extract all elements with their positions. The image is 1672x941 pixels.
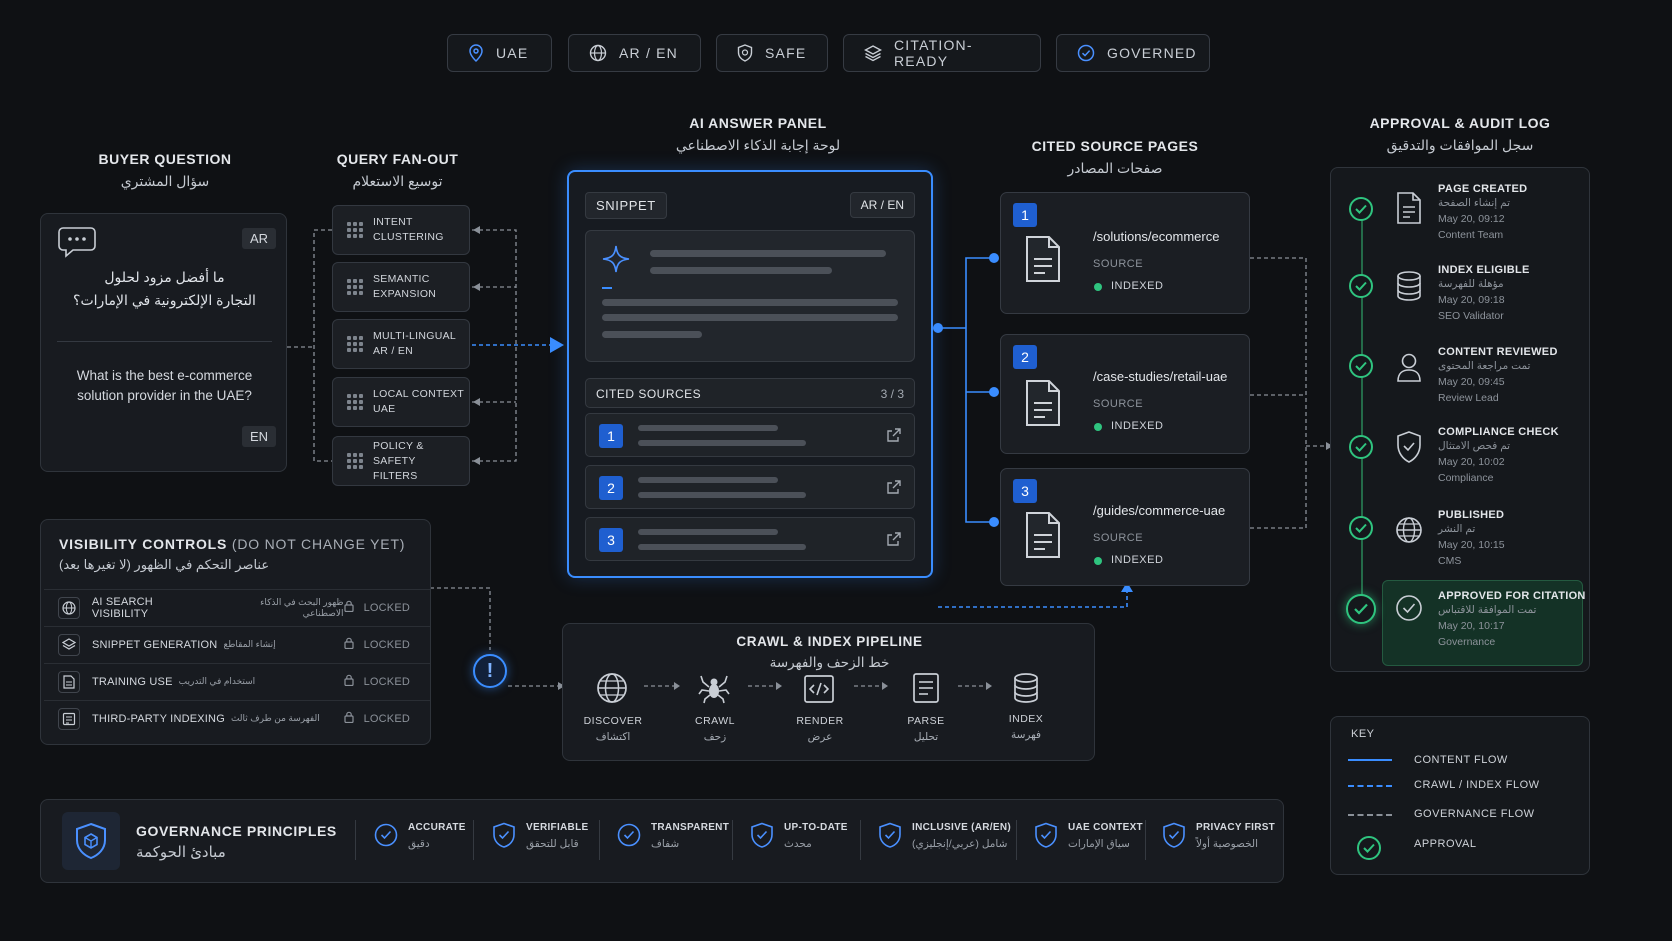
step-label-ar: زحف: [703, 731, 727, 743]
step-label: PARSE: [907, 715, 945, 727]
shield-check-icon: [1163, 822, 1185, 848]
legend-content-flow-line: [1348, 759, 1392, 761]
shield-check-icon: [1035, 822, 1057, 848]
principle-label: UP-TO-DATE: [784, 822, 848, 833]
divider: [1145, 820, 1146, 860]
step-label: DISCOVER: [583, 715, 643, 727]
principle-verifiable: VERIFIABLE قابل للتحقق: [492, 822, 588, 850]
divider: [732, 820, 733, 860]
step-label-ar: عرض: [807, 731, 833, 743]
divider: [355, 820, 356, 860]
principle-up-to-date: UP-TO-DATE محدث: [750, 822, 848, 850]
pipeline-step-crawl: CRAWL زحف: [670, 715, 760, 743]
divider: [860, 820, 861, 860]
code-icon: [804, 675, 834, 703]
principle-accurate: ACCURATE دقيق: [374, 822, 466, 850]
legend-approval-label: APPROVAL: [1414, 838, 1477, 850]
legend-title: KEY: [1351, 728, 1375, 740]
principle-label: INCLUSIVE (AR/EN): [912, 822, 1011, 833]
shield-check-icon: [879, 822, 901, 848]
pipeline-step-discover: DISCOVER اكتشاف: [568, 715, 658, 743]
database-icon: [1014, 673, 1038, 703]
principle-inclusive: INCLUSIVE (AR/EN) شامل (عربي/إنجليزي): [878, 822, 1011, 850]
step-label: RENDER: [796, 715, 844, 727]
divider: [599, 820, 600, 860]
pipeline-step-render: RENDER عرض: [775, 715, 865, 743]
step-label-ar: فهرسة: [1010, 729, 1042, 741]
principle-label-ar: محدث: [784, 838, 812, 850]
globe-icon: [597, 673, 627, 703]
shield-check-icon: [493, 822, 515, 848]
legend-content-flow-label: CONTENT FLOW: [1414, 754, 1508, 766]
divider: [1016, 820, 1017, 860]
principle-label-ar: قابل للتحقق: [526, 838, 579, 850]
legend-approval-icon: [1357, 836, 1381, 860]
principle-label-ar: شامل (عربي/إنجليزي): [912, 838, 1008, 850]
principle-transparent: TRANSPARENT شفاف: [617, 822, 729, 850]
principle-uae-context: UAE CONTEXT سياق الإمارات: [1034, 822, 1143, 850]
governance-shield-icon: [62, 812, 120, 870]
divider: [473, 820, 474, 860]
principle-label-ar: سياق الإمارات: [1068, 838, 1130, 850]
governance-title-ar: مبادئ الحوكمة: [136, 844, 226, 861]
step-label-ar: تحليل: [913, 731, 939, 743]
shield-check-icon: [374, 823, 398, 847]
principle-label: TRANSPARENT: [651, 822, 730, 833]
document-icon: [913, 673, 939, 703]
principle-label: UAE CONTEXT: [1068, 822, 1143, 833]
governance-title: GOVERNANCE PRINCIPLES: [136, 823, 337, 839]
principle-label: ACCURATE: [408, 822, 466, 833]
spider-icon: [698, 675, 730, 704]
legend-governance-flow-label: GOVERNANCE FLOW: [1414, 808, 1535, 820]
check-circle-icon: [617, 823, 641, 847]
pipeline-step-parse: PARSE تحليل: [881, 715, 971, 743]
step-label-ar: اكتشاف: [595, 731, 631, 743]
step-label: CRAWL: [694, 715, 736, 727]
principle-label: VERIFIABLE: [526, 822, 589, 833]
principle-label-ar: شفاف: [651, 838, 680, 850]
shield-check-icon: [751, 822, 773, 848]
principle-label: PRIVACY FIRST: [1196, 822, 1276, 833]
legend-crawl-flow-line: [1348, 785, 1392, 787]
legend-crawl-flow-label: CRAWL / INDEX FLOW: [1414, 779, 1540, 791]
principle-label-ar: دقيق: [408, 838, 430, 850]
legend-governance-flow-line: [1348, 814, 1392, 816]
principle-privacy-first: PRIVACY FIRST الخصوصية أولاً: [1162, 822, 1275, 850]
principle-label-ar: الخصوصية أولاً: [1196, 838, 1259, 850]
step-label: INDEX: [1008, 713, 1044, 725]
pipeline-step-index: INDEX فهرسة: [981, 713, 1071, 741]
